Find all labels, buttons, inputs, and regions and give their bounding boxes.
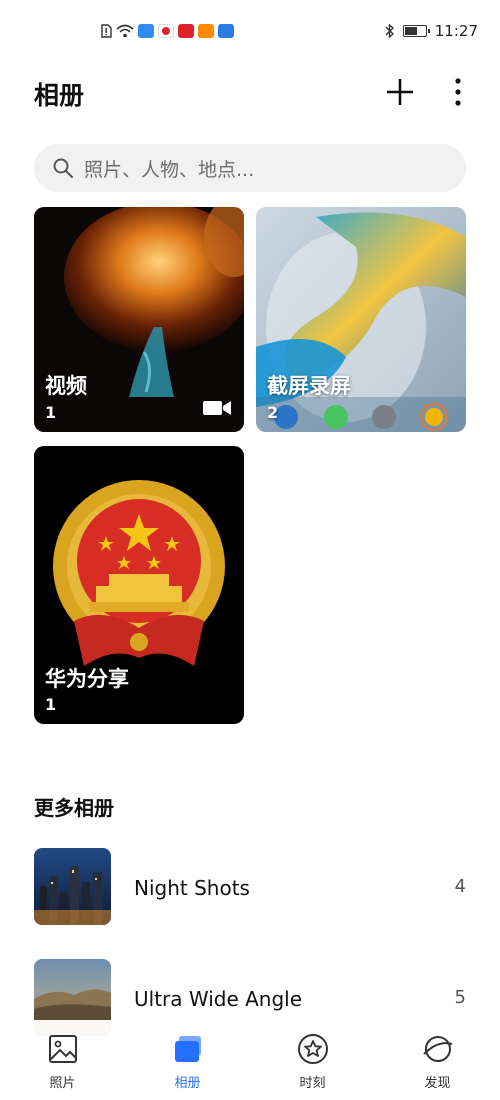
nav-tab-moments[interactable]: 时刻 <box>250 1020 375 1100</box>
nav-label: 相册 <box>174 1076 201 1091</box>
album-name: 截屏录屏 <box>267 374 351 398</box>
video-camera-icon <box>203 401 231 415</box>
photo-icon <box>48 1035 77 1063</box>
album-name: 华为分享 <box>45 667 129 691</box>
list-item-name: Night Shots <box>134 876 250 900</box>
app-header: 相册 <box>0 64 500 124</box>
album-name: 视频 <box>45 374 87 398</box>
system-indicators: 11:27 <box>385 22 478 40</box>
add-album-button[interactable] <box>380 72 420 112</box>
bluetooth-icon <box>385 23 394 39</box>
nav-tab-photos[interactable]: 照片 <box>0 1020 125 1100</box>
star-icon <box>297 1034 328 1064</box>
more-options-button[interactable] <box>440 72 476 112</box>
bottom-nav: 照片 相册 时刻 发现 <box>0 1020 500 1100</box>
nav-label: 照片 <box>49 1076 76 1091</box>
list-item-count: 4 <box>454 876 466 897</box>
more-vertical-icon <box>455 78 461 106</box>
album-count: 1 <box>45 695 57 714</box>
wifi-icon <box>116 24 134 38</box>
nav-tab-discover[interactable]: 发现 <box>375 1020 500 1100</box>
tablet-app-icon <box>218 24 234 38</box>
nav-label: 时刻 <box>299 1076 326 1091</box>
sim-alert-icon <box>101 24 112 38</box>
cloud-app-icon <box>138 24 154 38</box>
album-count: 2 <box>267 403 279 422</box>
status-bar: 11:27 <box>0 0 500 64</box>
clock: 11:27 <box>434 22 478 40</box>
page-title: 相册 <box>34 81 85 110</box>
nav-label: 发现 <box>424 1076 451 1091</box>
huawei-app-icon <box>158 24 174 38</box>
list-thumb <box>34 848 111 925</box>
video-app-icon <box>198 24 214 38</box>
huawei-store-icon <box>178 24 194 38</box>
albums-icon <box>174 1036 201 1062</box>
list-item-count: 5 <box>454 987 466 1008</box>
notification-icons <box>100 24 234 38</box>
discover-planet-icon <box>422 1036 452 1062</box>
plus-icon <box>387 79 413 105</box>
section-title-more-albums: 更多相册 <box>34 796 114 820</box>
search-bar[interactable]: 照片、人物、地点... <box>34 144 466 192</box>
search-icon <box>53 158 73 178</box>
album-count: 1 <box>45 403 57 422</box>
list-item-night-shots[interactable]: Night Shots 4 <box>34 848 466 928</box>
album-huawei-share[interactable]: 华为分享 1 <box>34 446 244 724</box>
nav-tab-albums[interactable]: 相册 <box>125 1020 250 1100</box>
list-item-name: Ultra Wide Angle <box>134 987 303 1011</box>
album-screenshots[interactable]: 截屏录屏 2 <box>256 207 466 432</box>
album-videos[interactable]: 视频 1 <box>34 207 244 432</box>
search-placeholder: 照片、人物、地点... <box>84 158 255 181</box>
battery-icon <box>402 25 430 37</box>
